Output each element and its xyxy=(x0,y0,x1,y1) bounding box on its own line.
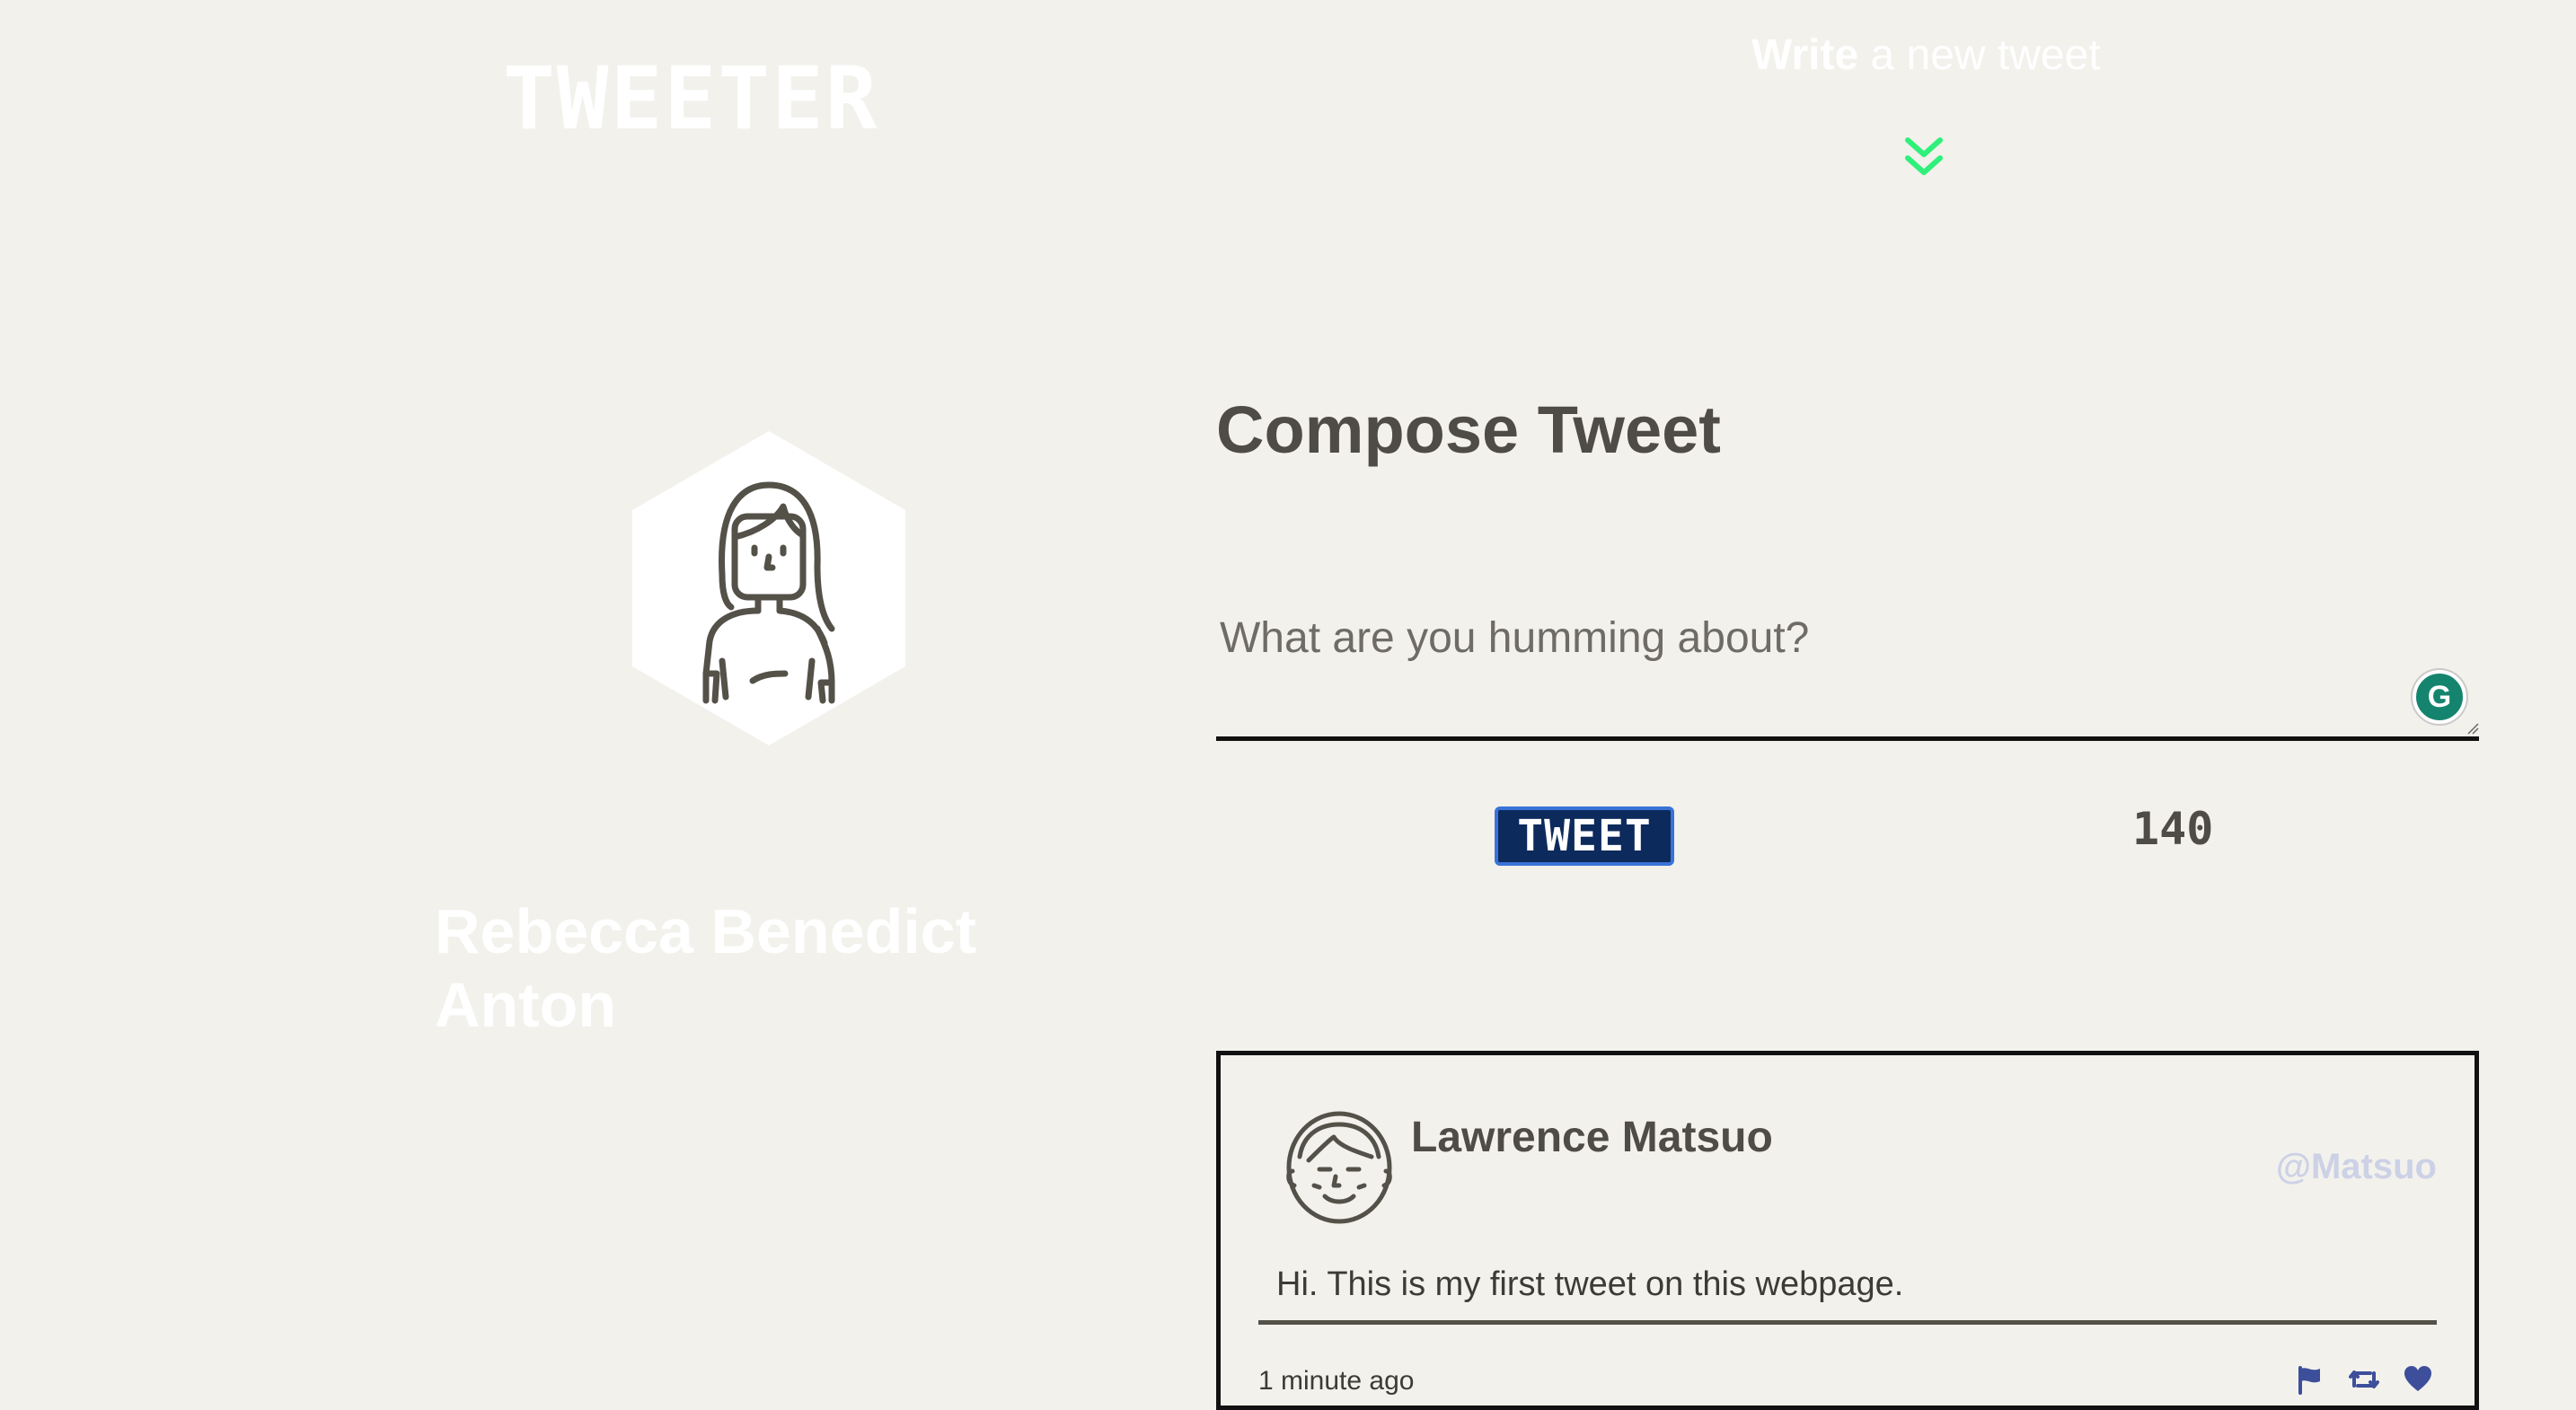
profile-user-name: Rebecca Benedict Anton xyxy=(435,896,977,1040)
resize-handle-icon[interactable] xyxy=(2466,722,2479,735)
tweet-input[interactable] xyxy=(1220,611,2387,718)
write-new-tweet-link[interactable]: Write a new tweet xyxy=(1751,34,2101,77)
tweet-text: Hi. This is my first tweet on this webpa… xyxy=(1276,1265,1904,1303)
tweet-author-name: Lawrence Matsuo xyxy=(1411,1114,1773,1161)
man-avatar-icon xyxy=(1286,1111,1392,1224)
character-counter: 140 xyxy=(2132,803,2214,855)
compose-title: Compose Tweet xyxy=(1216,392,1721,467)
flag-icon[interactable] xyxy=(2295,1364,2325,1395)
site-logo[interactable]: TWEETER xyxy=(503,56,879,142)
tweet-submit-button[interactable]: TWEET xyxy=(1495,806,1674,866)
compose-area: G xyxy=(1216,611,2479,741)
grammarly-g-icon[interactable]: G xyxy=(2413,670,2466,724)
tweet-card: Lawrence Matsuo @Matsuo Hi. This is my f… xyxy=(1216,1051,2479,1410)
double-chevron-down-icon[interactable] xyxy=(1904,135,1944,178)
tweet-author-handle: @Matsuo xyxy=(2275,1147,2437,1186)
tweet-timestamp: 1 minute ago xyxy=(1258,1366,1415,1396)
write-new-tweet-text: a new tweet xyxy=(1858,31,2101,79)
tweet-actions xyxy=(2295,1364,2433,1395)
write-new-tweet-emphasis: Write xyxy=(1751,31,1859,79)
tweet-divider xyxy=(1258,1320,2437,1325)
retweet-icon[interactable] xyxy=(2349,1364,2379,1395)
woman-avatar-icon xyxy=(632,431,905,745)
heart-icon[interactable] xyxy=(2403,1364,2433,1395)
